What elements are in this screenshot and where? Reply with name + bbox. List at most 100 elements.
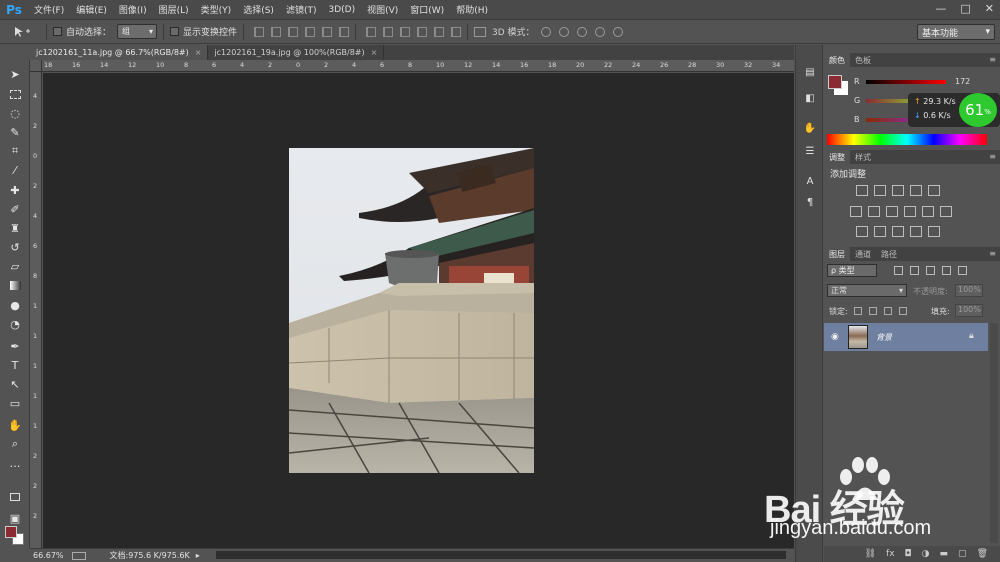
gradient-map-icon[interactable]	[910, 226, 922, 237]
eraser-tool-icon[interactable]: ▱	[7, 258, 23, 274]
r-value[interactable]: 172	[955, 77, 970, 86]
move-tool-preset-icon[interactable]	[0, 26, 40, 38]
screen-mode-icon[interactable]: ▣	[7, 510, 23, 526]
fill-input[interactable]: 100%	[955, 304, 983, 317]
properties-panel-icon[interactable]: ◧	[802, 91, 818, 105]
exposure-icon[interactable]	[910, 185, 922, 196]
marquee-tool-icon[interactable]	[7, 86, 23, 102]
blend-mode-dropdown[interactable]: 正常 ▾	[827, 284, 907, 297]
new-group-icon[interactable]: ▬	[940, 549, 949, 559]
eye-icon[interactable]: ◉	[831, 332, 839, 342]
black-white-icon[interactable]	[886, 206, 898, 217]
distribute-top-icon[interactable]	[366, 26, 377, 37]
checkbox-icon[interactable]	[53, 27, 62, 36]
layer-row[interactable]: ◉ 背景 🔒︎	[824, 323, 988, 351]
invert-icon[interactable]	[856, 226, 868, 237]
filter-adjustment-icon[interactable]	[910, 266, 919, 275]
pen-tool-icon[interactable]: ✒	[7, 338, 23, 354]
distribute-right-icon[interactable]	[451, 26, 462, 37]
selective-color-icon[interactable]	[928, 226, 940, 237]
align-bottom-icon[interactable]	[288, 26, 299, 37]
roll-3d-icon[interactable]	[558, 26, 569, 37]
new-layer-icon[interactable]: ▢	[958, 549, 967, 559]
menu-help[interactable]: 帮助(H)	[450, 3, 494, 16]
slide-3d-icon[interactable]	[594, 26, 605, 37]
lasso-tool-icon[interactable]: ◌	[7, 105, 23, 121]
distribute-vcenter-icon[interactable]	[383, 26, 394, 37]
menu-image[interactable]: 图像(I)	[113, 3, 153, 16]
brush-panel-icon[interactable]: ☰	[802, 144, 818, 158]
show-transform-checkbox[interactable]: 显示变换控件	[170, 25, 237, 38]
vertical-ruler[interactable]: 4 2 0 2 4 6 8 1 1 1 1 1 2 2 2	[30, 72, 42, 548]
panel-menu-icon[interactable]: ≡	[989, 249, 996, 258]
paragraph-panel-icon[interactable]: ¶	[802, 195, 818, 209]
brush-tool-icon[interactable]: ✐	[7, 201, 23, 217]
panel-menu-icon[interactable]: ≡	[989, 55, 996, 64]
healing-brush-tool-icon[interactable]: ✚	[7, 182, 23, 198]
menu-3d[interactable]: 3D(D)	[322, 5, 361, 15]
menu-file[interactable]: 文件(F)	[28, 3, 70, 16]
menu-layer[interactable]: 图层(L)	[153, 3, 195, 16]
align-hcenter-icon[interactable]	[322, 26, 333, 37]
clone-stamp-tool-icon[interactable]: ♜	[7, 220, 23, 236]
tab-adjustments[interactable]: 调整	[824, 150, 850, 164]
align-vcenter-icon[interactable]	[271, 26, 282, 37]
color-lookup-icon[interactable]	[940, 206, 952, 217]
layer-name[interactable]: 背景	[876, 332, 892, 343]
zoom-level[interactable]: 66.67%	[33, 551, 64, 560]
r-slider[interactable]	[866, 80, 946, 84]
link-layers-icon[interactable]: ⛓	[865, 549, 876, 559]
filter-type-icon[interactable]	[926, 266, 935, 275]
posterize-icon[interactable]	[874, 226, 886, 237]
character-panel-icon[interactable]: A	[802, 174, 818, 188]
gradient-tool-icon[interactable]	[7, 277, 23, 293]
auto-align-icon[interactable]	[474, 26, 487, 37]
menu-filter[interactable]: 滤镜(T)	[280, 3, 323, 16]
quick-mask-icon[interactable]	[7, 489, 23, 505]
blur-tool-icon[interactable]: ●	[7, 297, 23, 313]
lock-image-icon[interactable]	[869, 307, 877, 315]
workspace-dropdown[interactable]: 基本功能 ▾	[917, 24, 995, 40]
auto-select-checkbox[interactable]: 自动选择：	[53, 25, 111, 38]
photo-filter-icon[interactable]	[904, 206, 916, 217]
levels-icon[interactable]	[874, 185, 886, 196]
tab-paths[interactable]: 路径	[876, 247, 902, 261]
fx-icon[interactable]: fx	[886, 549, 895, 559]
vibrance-icon[interactable]	[928, 185, 940, 196]
filter-smart-object-icon[interactable]	[958, 266, 967, 275]
channel-mixer-icon[interactable]	[922, 206, 934, 217]
lock-transparent-icon[interactable]	[854, 307, 862, 315]
move-tool-icon[interactable]: ➤	[7, 66, 23, 82]
menu-type[interactable]: 类型(Y)	[195, 3, 238, 16]
tab-color[interactable]: 颜色	[824, 53, 850, 67]
hand-tool-icon[interactable]: ✋	[7, 417, 23, 433]
horizontal-scrollbar[interactable]	[216, 551, 786, 559]
rotate-3d-icon[interactable]	[540, 26, 551, 37]
history-panel-icon[interactable]: ▤	[802, 65, 818, 79]
add-mask-icon[interactable]: ◘	[905, 549, 912, 559]
status-arrow-icon[interactable]: ▸	[196, 551, 200, 560]
path-selection-tool-icon[interactable]: ↖	[7, 376, 23, 392]
menu-view[interactable]: 视图(V)	[361, 3, 404, 16]
minimize-button[interactable]: —	[935, 2, 946, 15]
lock-position-icon[interactable]	[884, 307, 892, 315]
canvas-area[interactable]	[43, 73, 794, 548]
crop-tool-icon[interactable]: ⌗	[7, 143, 23, 159]
drag-3d-icon[interactable]	[576, 26, 587, 37]
delete-layer-icon[interactable]: 🗑︎	[977, 549, 988, 559]
menu-window[interactable]: 窗口(W)	[404, 3, 450, 16]
foreground-color-swatch[interactable]	[5, 526, 17, 538]
close-button[interactable]: ✕	[985, 2, 994, 15]
color-spectrum[interactable]	[827, 134, 987, 145]
quick-select-tool-icon[interactable]: ✎	[7, 124, 23, 140]
panel-foreground-swatch[interactable]	[828, 75, 842, 89]
tab-document-2[interactable]: jc1202161_19a.jpg @ 100%(RGB/8#) ×	[208, 45, 385, 60]
brightness-icon[interactable]	[856, 185, 868, 196]
dodge-tool-icon[interactable]: ◔	[7, 316, 23, 332]
checkbox-icon[interactable]	[170, 27, 180, 36]
distribute-bottom-icon[interactable]	[400, 26, 411, 37]
distribute-left-icon[interactable]	[417, 26, 428, 37]
color-balance-icon[interactable]	[868, 206, 880, 217]
tab-channels[interactable]: 通道	[850, 247, 876, 261]
tab-document-1[interactable]: jc1202161_11a.jpg @ 66.7%(RGB/8#) ×	[30, 45, 209, 60]
